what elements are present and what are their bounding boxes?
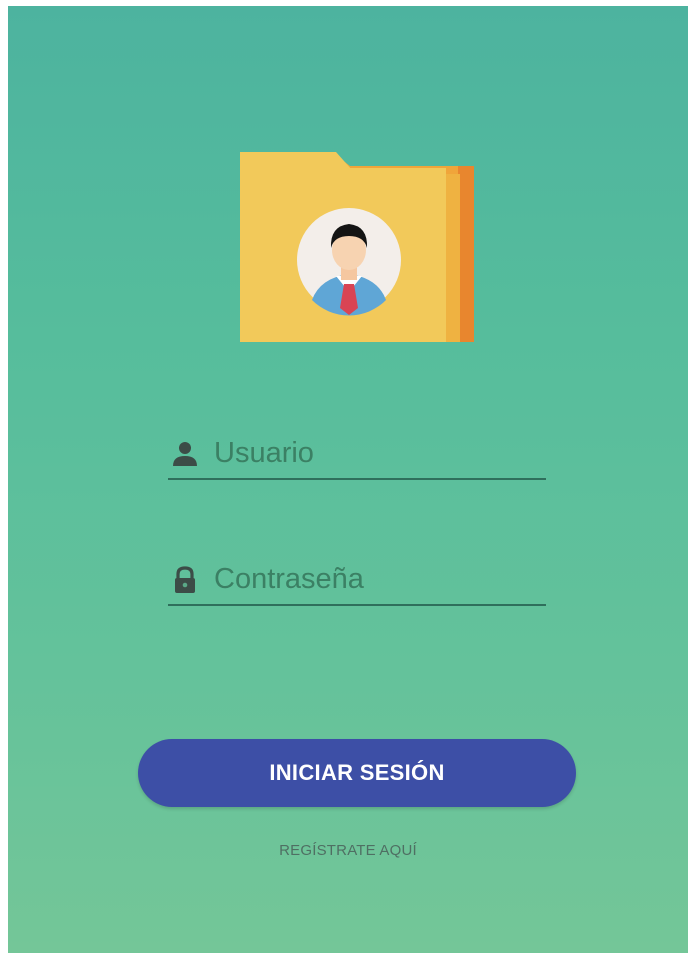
lock-icon <box>175 566 195 593</box>
username-field[interactable] <box>168 430 546 480</box>
password-field[interactable] <box>168 556 546 606</box>
register-link[interactable]: REGÍSTRATE AQUÍ <box>8 842 688 859</box>
folder-user-icon <box>240 152 474 342</box>
person-icon <box>173 442 197 466</box>
password-input[interactable] <box>214 556 540 602</box>
login-button[interactable]: INICIAR SESIÓN <box>138 739 576 807</box>
login-screen: INICIAR SESIÓN REGÍSTRATE AQUÍ <box>8 6 688 953</box>
username-input[interactable] <box>214 430 540 476</box>
